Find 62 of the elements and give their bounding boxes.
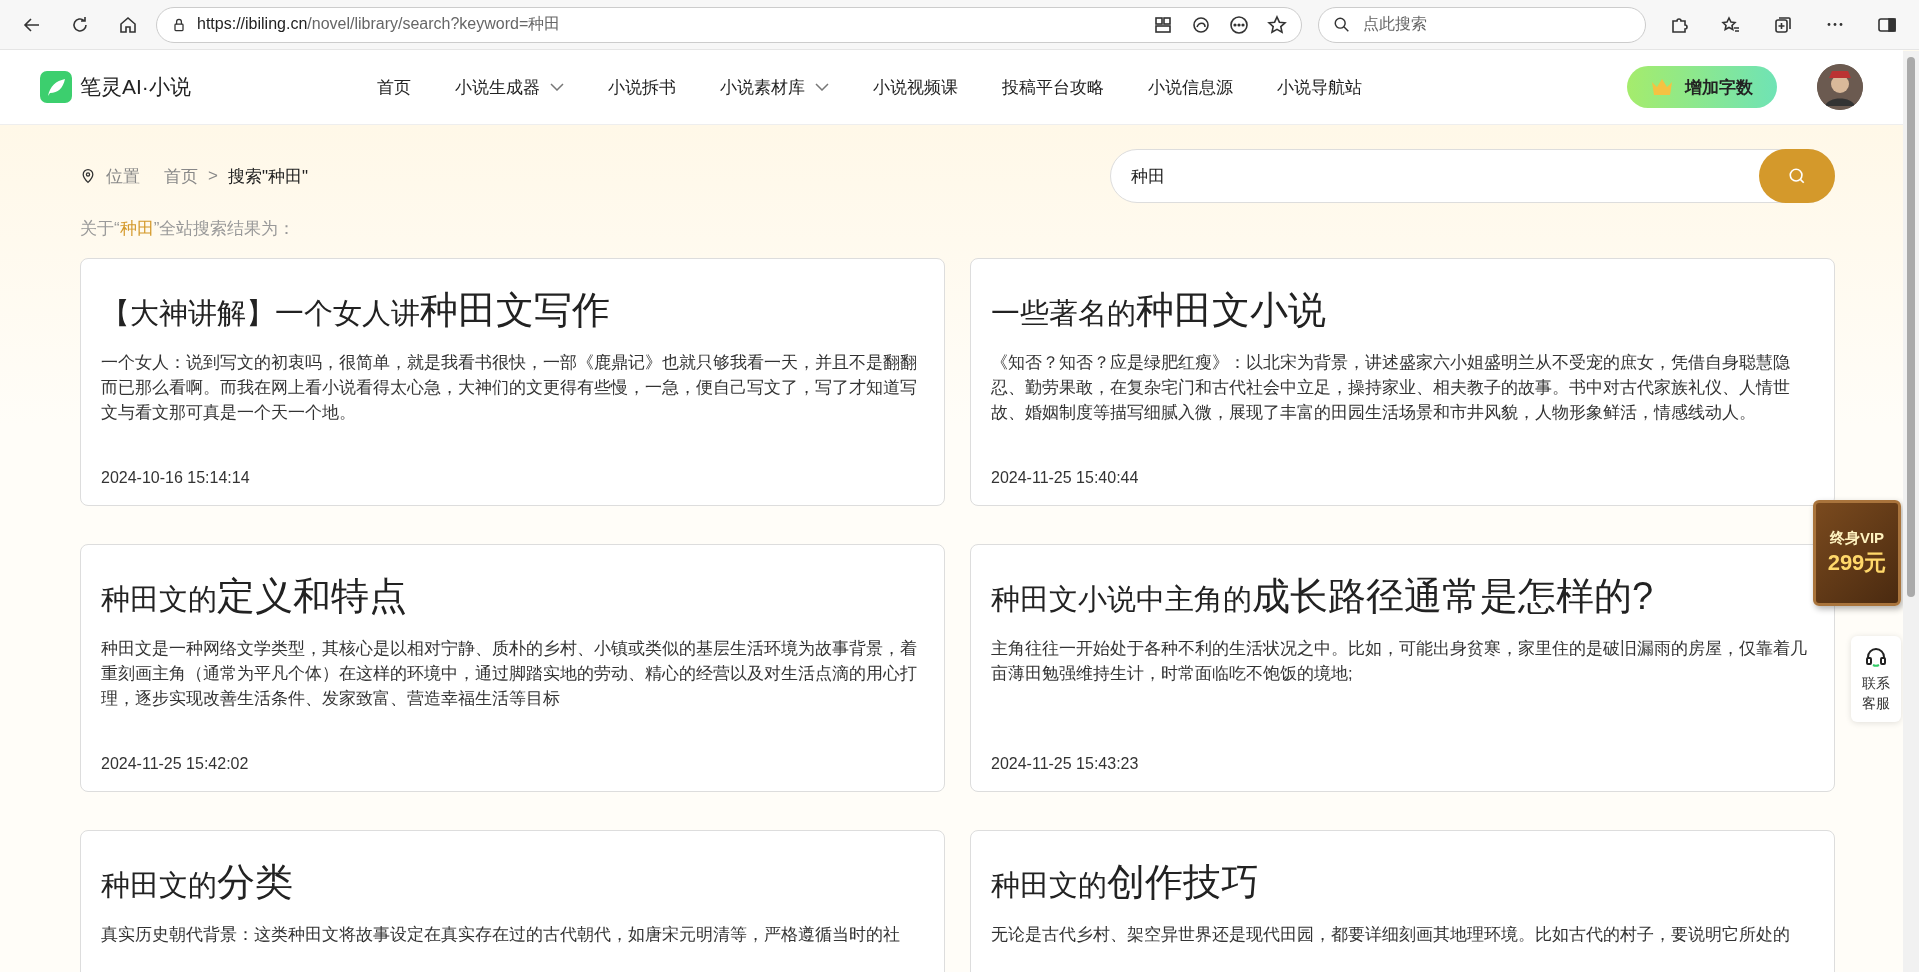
chevron-down-icon xyxy=(814,83,829,91)
result-excerpt: 无论是古代乡村、架空异世界还是现代田园，都要详细刻画其地理环境。比如古代的村子，要说明它所处的 xyxy=(991,924,1791,945)
browser-search-field[interactable]: 点此搜索 xyxy=(1318,6,1646,43)
nav-item[interactable]: 小说导航站 xyxy=(1254,67,1384,107)
grid-icon xyxy=(1153,14,1173,35)
home-icon xyxy=(118,14,138,35)
search-icon xyxy=(1333,15,1351,34)
result-date: 2024-11-25 15:42:02 xyxy=(101,755,250,773)
add-words-button[interactable]: 增加字数 xyxy=(1627,66,1777,108)
result-excerpt: 《知否？知否？应是绿肥红瘦》：以北宋为背景，讲述盛家六小姐盛明兰从不受宠的庶女，凭借自身聪慧隐忍、勤劳果敢，在复杂宅门和古代社会中立足，操持家业、相夫教子的故事。书中对古代家族礼仪、人情世故、婚姻制度等描写细腻入微，展现了丰富的田园生活场景和市井风貌，人物形象鲜活，情感线动人。 xyxy=(991,352,1791,423)
result-date: 2024-11-25 15:43:23 xyxy=(991,755,1140,773)
headset-icon xyxy=(1864,645,1888,669)
result-card[interactable]: 种田文的创作技巧 无论是古代乡村、架空异世界还是现代田园，都要详细刻画其地理环境。比如古代的村子，要说明它所处的 xyxy=(970,830,1835,972)
more-icon xyxy=(1827,23,1843,26)
result-title[interactable]: 【大神讲解】一个女人讲种田文写作 xyxy=(101,285,924,338)
result-title[interactable]: 种田文的定义和特点 xyxy=(101,571,924,624)
avatar[interactable] xyxy=(1817,64,1863,110)
location-pin-icon xyxy=(80,168,96,184)
logo-text: 笔灵AI·小说 xyxy=(80,74,191,100)
result-card[interactable]: 一些著名的种田文小说 《知否？知否？应是绿肥红瘦》：以北宋为背景，讲述盛家六小姐盛明兰从不受宠的庶女，凭借自身聪慧隐忍、勤劳果敢，在复杂宅门和古代社会中立足，操持家业、相夫教子的故事。书中对古代家族礼仪、人情世故、婚姻制度等描写细腻入微，展现了丰富的田园生活场景和市井风貌，人物形象鲜活，情感线动人。 2024-11-25 15:40:44 xyxy=(970,258,1835,506)
result-date: 2024-11-25 15:40:44 xyxy=(991,469,1140,487)
result-title[interactable]: 种田文的分类 xyxy=(101,857,924,910)
more-icon xyxy=(1229,14,1249,35)
chevron-down-icon xyxy=(549,83,564,91)
star-icon xyxy=(1267,14,1287,35)
result-date: 2024-10-16 15:14:14 xyxy=(101,469,251,487)
nav-item[interactable]: 小说拆书 xyxy=(585,67,698,107)
nav-item[interactable]: 小说信息源 xyxy=(1125,67,1255,107)
search-icon xyxy=(1788,167,1806,185)
nav-item[interactable]: 投稿平台攻略 xyxy=(979,67,1126,107)
vip-promo-badge[interactable]: 终身VIP 299元 xyxy=(1813,500,1901,606)
address-bar[interactable]: https://ibiling.cn/novel/library/search?keyword=种田 xyxy=(156,6,1302,43)
reload-icon xyxy=(70,14,90,35)
breadcrumb-link[interactable]: 搜索"种田" xyxy=(227,164,308,188)
breadcrumb-link[interactable]: 首页 xyxy=(164,164,198,188)
result-excerpt: 真实历史朝代背景：这类种田文将故事设定在真实存在过的古代朝代，如唐宋元明清等，严格遵循当时的社 xyxy=(101,924,901,945)
url-text: https://ibiling.cn/novel/library/search?keyword=种田 xyxy=(197,14,561,34)
nav-item[interactable]: 小说生成器 xyxy=(432,67,586,107)
lock-icon xyxy=(171,16,187,33)
customer-service-button[interactable]: 联系客服 xyxy=(1851,636,1901,722)
crown-icon xyxy=(1651,78,1673,96)
leaf-logo-icon xyxy=(40,71,72,103)
breadcrumb-separator: > xyxy=(208,166,218,186)
search-placeholder: 点此搜索 xyxy=(1363,14,1427,34)
results-summary: 关于“种田”全站搜索结果为： xyxy=(80,218,297,240)
result-excerpt: 主角往往一开始处于各种不利的生活状况之中。比如，可能出身贫寒，家里住的是破旧漏雨的房屋，仅靠着几亩薄田勉强维持生计，时常面临吃不饱饭的境地; xyxy=(991,638,1808,684)
nav-item[interactable]: 首页 xyxy=(354,67,433,107)
nav-item[interactable]: 小说视频课 xyxy=(850,67,980,107)
result-excerpt: 一个女人：说到写文的初衷吗，很简单，就是我看书很快，一部《鹿鼎记》也就只够我看一天，并且不是翻翻而已那么看啊。而我在网上看小说看得太心急，大神们的文更得有些慢，一急，便自己写文了，写了才知道写文与看文那可真是一个天一个地。 xyxy=(101,352,918,423)
result-card[interactable]: 种田文的分类 真实历史朝代背景：这类种田文将故事设定在真实存在过的古代朝代，如唐宋元明清等，严格遵循当时的社 xyxy=(80,830,945,972)
result-excerpt: 种田文是一种网络文学类型，其核心是以相对宁静、质朴的乡村、小镇或类似的基层生活环境为故事背景，着重刻画主角（通常为平凡个体）在这样的环境中，通过脚踏实地的劳动、精心的经营以及对生活点滴的用心打理，逐步实现改善生活条件、发家致富、营造幸福生活等目标 xyxy=(101,638,918,709)
nav-item[interactable]: 小说素材库 xyxy=(697,67,851,107)
breadcrumb-label: 位置 xyxy=(106,165,140,188)
result-card[interactable]: 种田文的定义和特点 种田文是一种网络文学类型，其核心是以相对宁静、质朴的乡村、小镇或类似的基层生活环境为故事背景，着重刻画主角（通常为平凡个体）在这样的环境中，通过脚踏实地的劳动、精心的经营以及对生活点滴的用心打理，逐步实现改善生活条件、发家致富、营造幸福生活等目标 2024-11-25 15:42:02 xyxy=(80,544,945,792)
scrollbar[interactable] xyxy=(1903,51,1919,972)
result-card[interactable]: 【大神讲解】一个女人讲种田文写作 一个女人：说到写文的初衷吗，很简单，就是我看书很快，一部《鹿鼎记》也就只够我看一天，并且不是翻翻而已那么看啊。而我在网上看小说看得太心急，大神们的文更得有些慢，一急，便自己写文了，写了才知道写文与看文那可真是一个天一个地。 2024-10-16 15:14:14 xyxy=(80,258,945,506)
result-title[interactable]: 种田文小说中主角的成长路径通常是怎样的? xyxy=(991,571,1814,624)
star-list-icon xyxy=(1721,14,1741,35)
result-title[interactable]: 种田文的创作技巧 xyxy=(991,857,1814,910)
collections-icon xyxy=(1773,14,1793,35)
result-title[interactable]: 一些著名的种田文小说 xyxy=(991,285,1814,338)
swirl-icon xyxy=(1191,14,1211,35)
